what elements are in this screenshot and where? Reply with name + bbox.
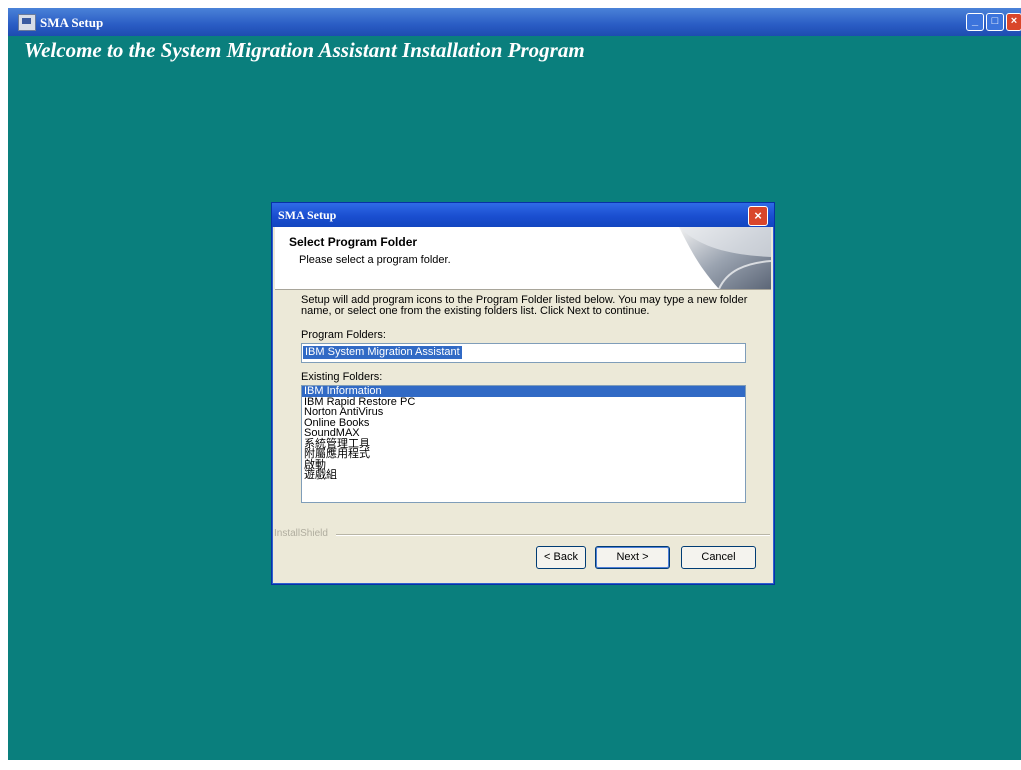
list-item[interactable]: Norton AntiVirus bbox=[302, 407, 745, 418]
dialog-close-icon[interactable]: × bbox=[748, 206, 768, 226]
cancel-button[interactable]: Cancel bbox=[681, 546, 756, 569]
list-item[interactable]: IBM Information bbox=[302, 386, 745, 397]
maximize-icon[interactable]: □ bbox=[986, 13, 1004, 31]
program-folder-value: IBM System Migration Assistant bbox=[303, 346, 462, 359]
setup-dialog: SMA Setup × Select Program Folder Please… bbox=[271, 202, 775, 585]
program-folder-input[interactable]: IBM System Migration Assistant bbox=[301, 343, 746, 363]
program-folders-label: Program Folders: bbox=[301, 329, 386, 341]
close-icon[interactable]: × bbox=[1006, 13, 1021, 31]
list-item[interactable]: SoundMAX bbox=[302, 428, 745, 439]
header-subtitle: Please select a program folder. bbox=[299, 254, 451, 266]
list-item[interactable]: 啟動 bbox=[302, 459, 745, 471]
header-title: Select Program Folder bbox=[289, 235, 418, 249]
dialog-title: SMA Setup bbox=[278, 208, 337, 222]
next-button[interactable]: Next > bbox=[595, 546, 670, 569]
window-title: SMA Setup bbox=[40, 15, 104, 30]
existing-folders-label: Existing Folders: bbox=[301, 371, 383, 383]
window-titlebar: SMA Setup _ □ × bbox=[8, 8, 1021, 36]
page-title: Welcome to the System Migration Assistan… bbox=[24, 38, 585, 62]
app-icon bbox=[18, 14, 36, 31]
list-item[interactable]: 附屬應用程式 bbox=[302, 449, 745, 460]
divider bbox=[336, 534, 770, 536]
page-curl-graphic bbox=[679, 227, 771, 289]
list-item[interactable]: Online Books bbox=[302, 417, 745, 429]
existing-folders-list[interactable]: IBM Information IBM Rapid Restore PC Norto… bbox=[301, 385, 746, 503]
installshield-brand: InstallShield bbox=[274, 528, 328, 539]
back-button[interactable]: < Back bbox=[536, 546, 586, 569]
minimize-icon[interactable]: _ bbox=[966, 13, 984, 31]
list-item[interactable]: 遊戲組 bbox=[302, 470, 745, 481]
dialog-titlebar: SMA Setup × bbox=[272, 203, 774, 227]
instructions-text: Setup will add program icons to the Prog… bbox=[301, 294, 748, 317]
dialog-header: Select Program Folder Please select a pr… bbox=[275, 227, 771, 290]
